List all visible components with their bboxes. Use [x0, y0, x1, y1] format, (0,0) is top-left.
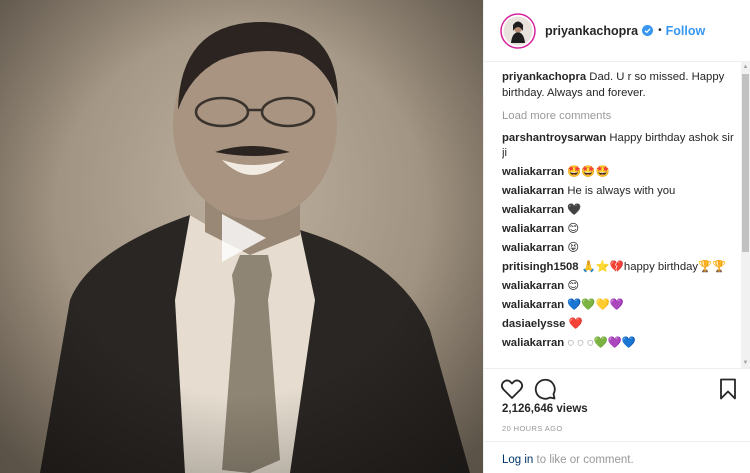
- post-caption: priyankachopra Dad. U r so missed. Happy…: [502, 70, 738, 101]
- comment-text: He is always with you: [567, 185, 676, 197]
- comment-text: 😝: [567, 242, 580, 254]
- comment-username[interactable]: parshantroysarwan: [502, 132, 606, 144]
- comment-item: waliakarran 🖤: [502, 203, 738, 219]
- bookmark-icon: [720, 378, 736, 400]
- view-count: 2,126,646 views: [502, 403, 588, 415]
- comment-button[interactable]: [533, 377, 557, 401]
- login-prompt: Log in to like or comment.: [484, 441, 750, 473]
- post-author-username[interactable]: priyankachopra: [545, 24, 638, 38]
- comment-text: 🤩🤩🤩: [567, 166, 610, 178]
- comments-scrollbar[interactable]: ▲ ▼: [741, 62, 750, 368]
- comment-item: waliakarran 💙💚💛💜: [502, 298, 738, 314]
- like-button[interactable]: [500, 377, 524, 401]
- comment-text: 💙💚💛💜: [567, 299, 624, 311]
- heart-icon: [500, 379, 524, 399]
- comment-item: dasiaelysse ❤️: [502, 317, 738, 333]
- comment-item: waliakarran 🤩🤩🤩: [502, 165, 738, 181]
- comment-item: waliakarran ◌ ◌ ◌💚💜💙: [502, 336, 738, 352]
- comment-username[interactable]: waliakarran: [502, 242, 564, 254]
- comment-username[interactable]: waliakarran: [502, 185, 564, 197]
- comment-bubble-icon: [534, 378, 556, 400]
- comment-text: 🙏⭐💔happy birthday🏆🏆: [581, 261, 727, 273]
- post-header: priyankachopra • Follow: [484, 0, 750, 62]
- avatar[interactable]: [500, 12, 536, 49]
- post-timestamp[interactable]: 20 HOURS AGO: [502, 424, 563, 433]
- post-side-panel: priyankachopra • Follow priyankachopra D…: [483, 0, 750, 473]
- comment-username[interactable]: waliakarran: [502, 166, 564, 178]
- load-more-comments-button[interactable]: Load more comments: [502, 109, 738, 125]
- comment-item: waliakarran 😊: [502, 279, 738, 295]
- comment-text: 😊: [567, 280, 580, 292]
- comments-list: priyankachopra Dad. U r so missed. Happy…: [502, 70, 738, 364]
- comment-item: waliakarran 😊: [502, 222, 738, 238]
- comment-item: waliakarran He is always with you: [502, 184, 738, 200]
- save-button[interactable]: [716, 377, 740, 401]
- comment-username[interactable]: waliakarran: [502, 337, 564, 349]
- avatar-image: [500, 12, 536, 49]
- follow-button[interactable]: Follow: [666, 24, 706, 38]
- comment-username[interactable]: pritisingh1508: [502, 261, 579, 273]
- comment-username[interactable]: waliakarran: [502, 223, 564, 235]
- login-link[interactable]: Log in: [502, 454, 533, 466]
- comment-text: ❤️: [568, 318, 583, 330]
- comment-item: waliakarran 😝: [502, 241, 738, 257]
- comment-username[interactable]: waliakarran: [502, 299, 564, 311]
- comment-text: 🖤: [567, 204, 582, 216]
- post-actions: 2,126,646 views 20 HOURS AGO Log in to l…: [484, 368, 750, 473]
- comment-item: pritisingh1508 🙏⭐💔happy birthday🏆🏆: [502, 260, 738, 276]
- play-button[interactable]: [214, 210, 270, 266]
- verified-badge-icon: [642, 25, 654, 36]
- play-icon: [222, 214, 266, 262]
- comment-text: 😊: [567, 223, 580, 235]
- scroll-up-arrow-icon[interactable]: ▲: [741, 62, 750, 72]
- comment-username[interactable]: dasiaelysse: [502, 318, 565, 330]
- comment-item: parshantroysarwan Happy birthday ashok s…: [502, 131, 738, 162]
- comment-username[interactable]: waliakarran: [502, 280, 564, 292]
- comment-username[interactable]: waliakarran: [502, 204, 564, 216]
- header-separator: •: [658, 25, 662, 36]
- login-prompt-text: to like or comment.: [533, 454, 634, 466]
- caption-username[interactable]: priyankachopra: [502, 71, 586, 83]
- comment-text: ◌ ◌ ◌💚💜💙: [567, 337, 636, 349]
- post-video[interactable]: [0, 0, 483, 473]
- scroll-down-arrow-icon[interactable]: ▼: [741, 358, 750, 368]
- scrollbar-thumb[interactable]: [742, 74, 749, 252]
